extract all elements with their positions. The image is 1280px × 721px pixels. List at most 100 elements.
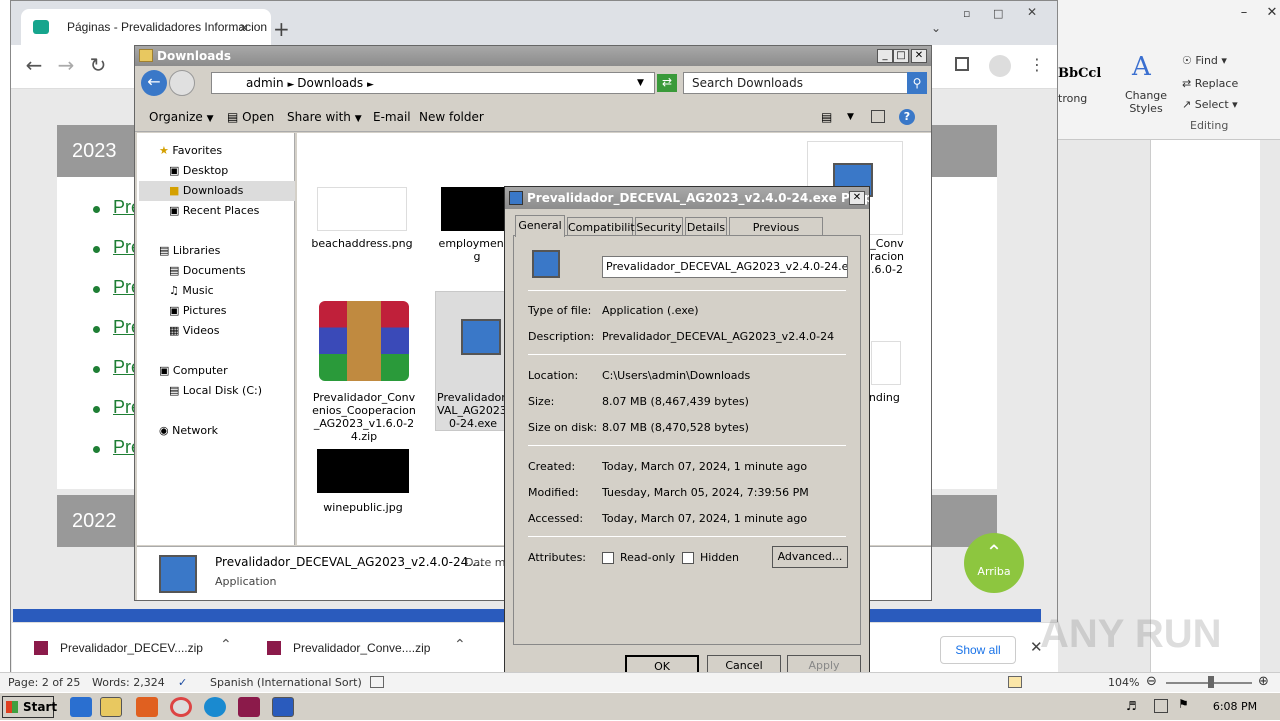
tab-previous-versions[interactable]: Previous Versions: [729, 217, 823, 253]
nav-music[interactable]: ♫ Music: [169, 281, 214, 301]
filename-field[interactable]: Prevalidador_DECEVAL_AG2023_v2.4.0-24.ex…: [602, 256, 848, 278]
close-button[interactable]: ✕: [1258, 0, 1280, 26]
nav-libraries[interactable]: ▤ Libraries: [159, 241, 220, 261]
network-tray-icon[interactable]: [1154, 699, 1168, 713]
style-sample[interactable]: BbCcl: [1058, 66, 1101, 81]
tab-close-icon[interactable]: ✕: [239, 21, 249, 35]
open-button[interactable]: ▤ Open: [227, 102, 274, 132]
new-tab-icon[interactable]: +: [273, 17, 290, 41]
word-document-page[interactable]: [1150, 140, 1260, 672]
forward-icon[interactable]: →: [51, 53, 81, 77]
nav-computer[interactable]: ▣ Computer: [159, 361, 228, 381]
maximize-button[interactable]: □: [893, 49, 909, 63]
hidden-label[interactable]: Hidden: [700, 551, 739, 564]
share-with-button[interactable]: Share with ▼: [287, 102, 362, 134]
winrar-icon[interactable]: [238, 697, 260, 717]
zoom-level[interactable]: 104%: [1108, 676, 1139, 689]
image-thumbnail[interactable]: [317, 449, 409, 493]
page-count[interactable]: Page: 2 of 25: [8, 676, 80, 689]
image-thumbnail[interactable]: [441, 187, 511, 231]
scroll-top-button[interactable]: ⌃ Arriba: [964, 533, 1024, 593]
nav-network[interactable]: ◉ Network: [159, 421, 218, 441]
chrome-min-icon[interactable]: ▫: [963, 7, 970, 20]
tab-compatibility[interactable]: Compatibility: [567, 217, 641, 237]
nav-local-disk[interactable]: ▤ Local Disk (C:): [169, 381, 262, 401]
select-button[interactable]: ↗ Select ▾: [1182, 98, 1238, 111]
flag-icon[interactable]: ⚑: [1178, 697, 1189, 711]
edge-icon[interactable]: [204, 697, 226, 717]
refresh-icon[interactable]: ⇄: [657, 74, 677, 92]
explorer-taskbar-icon[interactable]: [100, 697, 122, 717]
chrome-close-icon[interactable]: ✕: [1027, 5, 1037, 19]
close-button[interactable]: ✕: [911, 49, 927, 63]
tab-details[interactable]: Details: [685, 217, 727, 237]
tab-security[interactable]: Security: [635, 217, 683, 237]
style-name[interactable]: trong: [1058, 92, 1087, 105]
zoom-in-icon[interactable]: ⊕: [1258, 674, 1269, 689]
system-clock[interactable]: 6:08 PM: [1190, 693, 1280, 721]
search-input[interactable]: Search Downloads: [683, 72, 909, 94]
nav-desktop[interactable]: ▣ Desktop: [169, 161, 228, 181]
search-icon[interactable]: ⚲: [907, 72, 927, 94]
file-name[interactable]: Prevalidador_ VAL_AG2023_ 0-24.exe: [437, 391, 512, 430]
change-styles-icon[interactable]: A: [1132, 52, 1151, 82]
email-button[interactable]: E-mail: [373, 102, 411, 132]
back-icon[interactable]: ←: [19, 53, 49, 77]
advanced-button[interactable]: Advanced...: [772, 546, 848, 568]
help-icon[interactable]: ?: [899, 109, 915, 125]
browser-tab[interactable]: Páginas - Prevalidadores Informacion: [21, 9, 271, 45]
new-folder-button[interactable]: New folder: [419, 102, 484, 132]
breadcrumb-downloads[interactable]: Downloads: [297, 76, 363, 90]
nav-documents[interactable]: ▤ Documents: [169, 261, 246, 281]
image-thumbnail[interactable]: [871, 341, 901, 385]
chrome-max-icon[interactable]: □: [993, 7, 1003, 20]
ie-icon[interactable]: [70, 697, 92, 717]
chevron-up-icon[interactable]: ⌃: [220, 637, 232, 653]
nav-favorites[interactable]: ★ Favorites: [159, 141, 222, 161]
nav-pictures[interactable]: ▣ Pictures: [169, 301, 226, 321]
hidden-checkbox[interactable]: [682, 552, 694, 564]
replace-button[interactable]: ⇄ Replace: [1182, 77, 1238, 90]
minimize-button[interactable]: _: [877, 49, 893, 63]
macro-icon[interactable]: [370, 676, 384, 688]
profile-icon[interactable]: [989, 55, 1011, 77]
sidebar-icon[interactable]: [955, 57, 969, 71]
file-name[interactable]: Prevalidador_Conv enios_Cooperacion _AG202…: [307, 391, 421, 443]
preview-pane-icon[interactable]: [871, 110, 885, 123]
breadcrumb-admin[interactable]: admin: [246, 76, 284, 90]
print-layout-icon[interactable]: [1008, 676, 1022, 688]
volume-icon[interactable]: ♬: [1126, 699, 1137, 713]
address-box[interactable]: admin ► Downloads ►: [211, 72, 655, 94]
nav-downloads[interactable]: ■ Downloads: [139, 181, 295, 201]
reload-icon[interactable]: ↻: [83, 53, 113, 77]
readonly-checkbox[interactable]: [602, 552, 614, 564]
word-count[interactable]: Words: 2,324: [92, 676, 165, 689]
minimize-button[interactable]: –: [1230, 0, 1258, 26]
word-scrollbar[interactable]: [1260, 140, 1280, 672]
close-button[interactable]: ✕: [849, 191, 865, 205]
chrome-icon[interactable]: [170, 697, 192, 717]
file-name[interactable]: _Conv racion .6.0-2: [867, 237, 907, 276]
address-dropdown-icon[interactable]: ▼: [637, 78, 644, 88]
tab-general[interactable]: General: [515, 215, 565, 237]
view-dropdown-icon[interactable]: ▼: [847, 112, 854, 122]
view-icon[interactable]: ▤: [821, 110, 832, 124]
file-name[interactable]: beachaddress.png: [307, 237, 417, 250]
back-icon[interactable]: ←: [141, 70, 167, 96]
readonly-label[interactable]: Read-only: [620, 551, 675, 564]
change-styles-button[interactable]: Change Styles: [1124, 89, 1168, 115]
download-item-1[interactable]: Prevalidador_DECEV....zip: [60, 641, 203, 655]
proofing-icon[interactable]: ✓: [178, 676, 187, 689]
language-indicator[interactable]: Spanish (International Sort): [210, 676, 362, 689]
organize-button[interactable]: Organize ▼: [149, 102, 214, 134]
media-player-icon[interactable]: [136, 697, 158, 717]
word-icon[interactable]: [272, 697, 294, 717]
nav-recent[interactable]: ▣ Recent Places: [169, 201, 259, 221]
zoom-out-icon[interactable]: ⊖: [1146, 674, 1157, 689]
tab-search-icon[interactable]: ⌄: [931, 21, 941, 35]
forward-icon[interactable]: [169, 70, 195, 96]
find-button[interactable]: ☉ Find ▾: [1182, 54, 1227, 67]
menu-icon[interactable]: ⋮: [1029, 55, 1045, 74]
zoom-slider-thumb[interactable]: [1208, 676, 1214, 688]
download-item-2[interactable]: Prevalidador_Conve....zip: [293, 641, 430, 655]
